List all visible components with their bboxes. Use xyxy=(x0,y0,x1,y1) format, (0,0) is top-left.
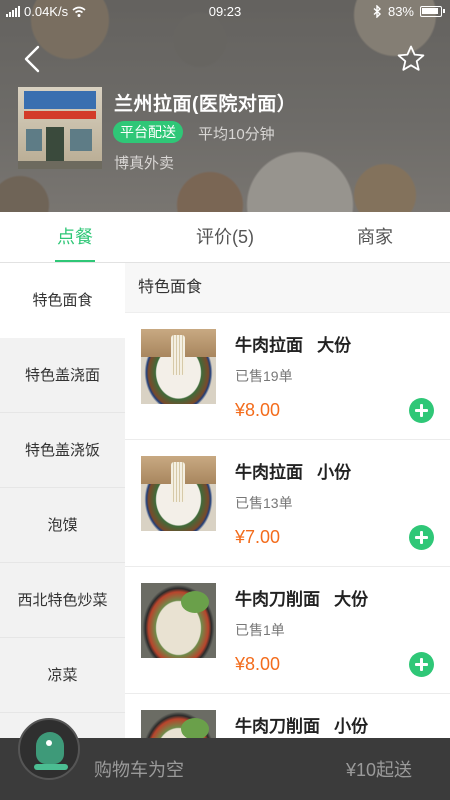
item-name: 牛肉拉面 大份 xyxy=(235,336,352,355)
dish-image xyxy=(141,710,216,738)
back-button[interactable] xyxy=(18,44,48,74)
dish-image xyxy=(141,456,216,531)
item-price: ¥7.00 xyxy=(235,527,281,547)
chevron-left-icon xyxy=(24,45,40,73)
item-name: 牛肉刀削面 大份 xyxy=(235,590,369,609)
tab-reviews[interactable]: 评价(5) xyxy=(150,212,300,262)
category-item[interactable]: 泡馍 xyxy=(0,488,125,563)
delivery-provider: 博真外卖 xyxy=(114,155,175,172)
plus-icon[interactable] xyxy=(409,525,434,550)
bluetooth-icon xyxy=(373,5,381,18)
store-photo xyxy=(18,87,102,169)
menu-item[interactable]: 牛肉刀削面 大份 已售1单 ¥8.00 xyxy=(125,567,450,694)
tab-bar: 点餐 评价(5) 商家 xyxy=(0,212,450,263)
plus-icon[interactable] xyxy=(409,398,434,423)
cart-status: 购物车为空 xyxy=(94,760,184,780)
category-item[interactable]: 凉菜 xyxy=(0,638,125,713)
cart-mascot-icon[interactable] xyxy=(18,718,80,780)
plus-icon[interactable] xyxy=(409,652,434,677)
battery-level: 83% xyxy=(387,4,414,19)
status-right: 83% xyxy=(373,4,445,19)
tab-order[interactable]: 点餐 xyxy=(0,212,150,262)
item-name: 牛肉刀削面 小份 xyxy=(235,717,369,736)
section-title: 特色面食 xyxy=(125,263,450,313)
item-name: 牛肉拉面 小份 xyxy=(235,463,352,482)
status-bar: 0.04K/s 09:23 83% xyxy=(0,0,450,24)
menu-list: 特色面食 牛肉拉面 大份 已售19单 ¥8.00 牛肉拉面 小份 已售13单 ¥… xyxy=(125,263,450,738)
favorite-button[interactable] xyxy=(396,44,426,74)
category-item[interactable]: 西北特色炒菜 xyxy=(0,563,125,638)
average-delivery-time: 平均10分钟 xyxy=(198,126,275,143)
star-icon xyxy=(397,45,425,71)
tab-merchant[interactable]: 商家 xyxy=(300,212,450,262)
menu-item[interactable]: 牛肉拉面 大份 已售19单 ¥8.00 xyxy=(125,313,450,440)
delivery-badge: 平台配送 xyxy=(113,121,183,143)
dish-image xyxy=(141,329,216,404)
item-price: ¥8.00 xyxy=(235,400,281,420)
menu-item[interactable]: 牛肉拉面 小份 已售13单 ¥7.00 xyxy=(125,440,450,567)
minimum-order: ¥10起送 xyxy=(345,760,412,780)
item-sold-count: 已售13单 xyxy=(235,495,293,511)
category-item[interactable]: 特色盖浇面 xyxy=(0,338,125,413)
item-sold-count: 已售19单 xyxy=(235,368,293,384)
category-sidebar: 特色面食 特色盖浇面 特色盖浇饭 泡馍 西北特色炒菜 凉菜 xyxy=(0,263,125,738)
battery-icon xyxy=(420,6,445,17)
item-price: ¥8.00 xyxy=(235,654,281,674)
menu-item[interactable]: 牛肉刀削面 小份 xyxy=(125,694,450,738)
category-item[interactable]: 特色盖浇饭 xyxy=(0,413,125,488)
store-name: 兰州拉面(医院对面） xyxy=(114,94,297,115)
dish-image xyxy=(141,583,216,658)
item-sold-count: 已售1单 xyxy=(235,622,285,638)
category-item[interactable]: 特色面食 xyxy=(0,263,125,338)
